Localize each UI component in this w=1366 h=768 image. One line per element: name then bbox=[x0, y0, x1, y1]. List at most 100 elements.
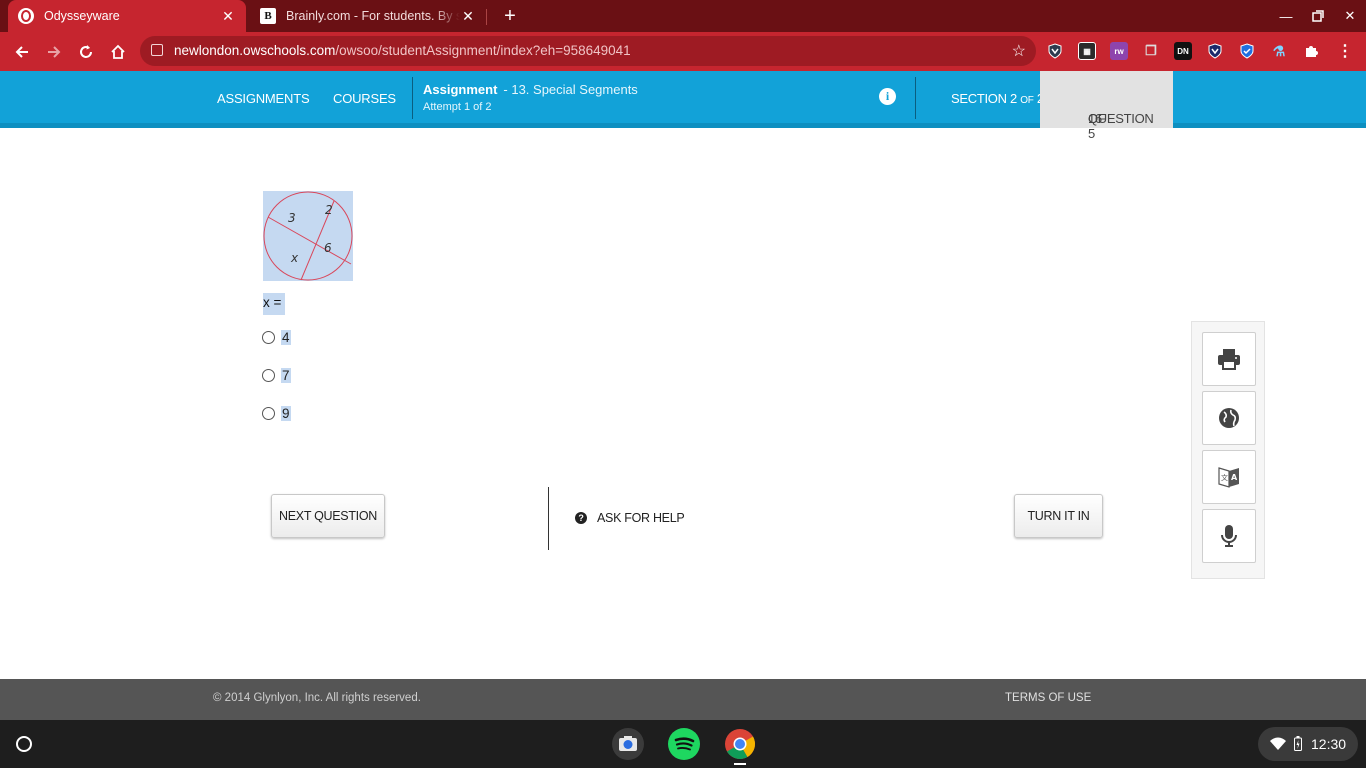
browser-tabstrip: Odysseyware ✕ B Brainly.com - For studen… bbox=[0, 0, 1366, 32]
extension-dn-label: DN bbox=[1177, 46, 1189, 56]
tab-separator bbox=[486, 9, 487, 25]
clock: 12:30 bbox=[1311, 736, 1347, 752]
tab-brainly[interactable]: B Brainly.com - For students. By student… bbox=[250, 0, 486, 32]
shield-icon[interactable] bbox=[1238, 42, 1256, 60]
section-number: SECTION 2 bbox=[951, 91, 1021, 106]
figure-label-6: 6 bbox=[324, 241, 332, 255]
assignment-topic: - 13. Special Segments bbox=[503, 82, 638, 97]
odysseyware-favicon-icon bbox=[18, 8, 34, 24]
back-arrow-icon bbox=[15, 46, 28, 58]
ask-for-help-label: ASK FOR HELP bbox=[597, 511, 685, 525]
turn-it-in-button[interactable]: TURN IT IN bbox=[1014, 494, 1103, 538]
close-window-icon[interactable]: ✕ bbox=[1334, 0, 1366, 32]
answer-label: 4 bbox=[281, 329, 291, 345]
home-icon bbox=[111, 44, 125, 59]
close-tab-icon[interactable]: ✕ bbox=[460, 8, 476, 24]
os-shelf: 12:30 bbox=[0, 720, 1366, 768]
header-divider bbox=[412, 77, 413, 119]
tools-panel: 文A bbox=[1191, 321, 1265, 579]
spotify-app-icon[interactable] bbox=[668, 728, 700, 760]
extension-rw-label: rw bbox=[1114, 46, 1124, 56]
url-host: newlondon.owschools.com bbox=[174, 43, 336, 58]
answer-label: 7 bbox=[281, 367, 291, 383]
microphone-icon bbox=[1221, 525, 1237, 547]
svg-text:文: 文 bbox=[1221, 473, 1228, 482]
browser-toolbar: newlondon.owschools.com/owsoo/studentAss… bbox=[0, 32, 1366, 71]
ask-for-help-button[interactable]: ? ASK FOR HELP bbox=[575, 511, 685, 525]
assignment-label: Assignment bbox=[423, 82, 498, 97]
home-button[interactable] bbox=[104, 38, 132, 66]
answer-radio[interactable] bbox=[262, 330, 275, 344]
question-total: 16 bbox=[1088, 111, 1102, 126]
info-icon[interactable]: i bbox=[879, 88, 896, 105]
figure-label-3: 3 bbox=[288, 211, 296, 225]
site-info-icon[interactable] bbox=[151, 44, 163, 56]
qr-icon[interactable]: ▦ bbox=[1078, 42, 1096, 60]
shield-icon[interactable] bbox=[1206, 42, 1224, 60]
answer-choice-2[interactable]: 7 bbox=[262, 365, 291, 385]
translate-button[interactable]: 文A bbox=[1202, 450, 1256, 504]
globe-button[interactable] bbox=[1202, 391, 1256, 445]
dn-extension-icon[interactable]: DN bbox=[1174, 42, 1192, 60]
restore-icon[interactable] bbox=[1302, 0, 1334, 32]
forward-arrow-icon bbox=[48, 46, 61, 58]
microphone-button[interactable] bbox=[1202, 509, 1256, 563]
camera-app-icon[interactable] bbox=[612, 728, 644, 760]
translate-icon: 文A bbox=[1218, 467, 1239, 488]
url-path: /owsoo/studentAssignment/index?eh=958649… bbox=[335, 43, 631, 58]
system-tray[interactable]: 12:30 bbox=[1258, 727, 1358, 761]
flask-icon[interactable]: ⚗ bbox=[1270, 42, 1288, 60]
attempt-count: Attempt 1 of 2 bbox=[423, 101, 492, 113]
puzzle-icon[interactable] bbox=[1302, 42, 1320, 60]
tab-odysseyware[interactable]: Odysseyware ✕ bbox=[8, 0, 246, 32]
nav-courses[interactable]: COURSES bbox=[333, 91, 396, 106]
answer-radio[interactable] bbox=[262, 368, 275, 382]
header-divider bbox=[915, 77, 916, 119]
answer-label: 9 bbox=[281, 405, 291, 421]
reload-button[interactable] bbox=[72, 38, 100, 66]
wifi-icon bbox=[1270, 737, 1286, 750]
answer-radio[interactable] bbox=[262, 406, 275, 420]
assignment-title: Assignment - 13. Special Segments bbox=[423, 82, 638, 97]
forward-button[interactable] bbox=[40, 38, 68, 66]
tab-title: Odysseyware bbox=[44, 9, 120, 23]
answer-choice-3[interactable]: 9 bbox=[262, 403, 291, 423]
battery-icon bbox=[1294, 736, 1302, 751]
chrome-app-icon[interactable] bbox=[724, 728, 756, 760]
minimize-icon[interactable]: — bbox=[1270, 0, 1302, 32]
reload-icon bbox=[80, 45, 92, 58]
new-tab-button[interactable]: + bbox=[498, 4, 522, 28]
brainly-favicon-icon: B bbox=[260, 8, 276, 24]
tab-title: Brainly.com - For students. By students. bbox=[286, 9, 460, 23]
question-prompt: x = bbox=[263, 293, 286, 315]
next-question-button[interactable]: NEXT QUESTION bbox=[271, 494, 385, 538]
figure-label-2: 2 bbox=[325, 203, 333, 217]
back-button[interactable] bbox=[8, 38, 36, 66]
browser-menu-icon[interactable]: ⋮ bbox=[1336, 42, 1354, 60]
actions-divider bbox=[548, 487, 549, 550]
globe-icon bbox=[1219, 408, 1239, 428]
shield-icon[interactable] bbox=[1046, 42, 1064, 60]
copyright-text: © 2014 Glynlyon, Inc. All rights reserve… bbox=[213, 692, 421, 704]
page-footer: © 2014 Glynlyon, Inc. All rights reserve… bbox=[0, 679, 1366, 720]
launcher-icon[interactable] bbox=[16, 736, 32, 752]
address-bar[interactable]: newlondon.owschools.com/owsoo/studentAss… bbox=[140, 36, 1036, 66]
site-header: ASSIGNMENTS COURSES Assignment - 13. Spec… bbox=[0, 71, 1366, 141]
svg-text:A: A bbox=[1231, 473, 1238, 482]
help-question-icon: ? bbox=[575, 512, 587, 524]
answer-choice-1[interactable]: 4 bbox=[262, 327, 291, 347]
section-of: OF bbox=[1020, 95, 1034, 106]
copy-icon[interactable]: ❐ bbox=[1142, 42, 1160, 60]
active-app-indicator bbox=[734, 763, 746, 765]
circle-chords-figure: 3 2 6 x bbox=[263, 191, 353, 281]
print-icon bbox=[1218, 349, 1240, 370]
question-indicator[interactable]: QUESTION 5 OF 16 bbox=[1040, 71, 1173, 141]
terms-of-use-link[interactable]: TERMS OF USE bbox=[1005, 692, 1091, 704]
bookmark-star-icon[interactable]: ☆ bbox=[1012, 41, 1026, 61]
url-text: newlondon.owschools.com/owsoo/studentAss… bbox=[174, 43, 631, 58]
figure-label-x: x bbox=[290, 251, 299, 265]
print-button[interactable] bbox=[1202, 332, 1256, 386]
nav-assignments[interactable]: ASSIGNMENTS bbox=[217, 91, 310, 106]
read-write-extension-icon[interactable]: rw bbox=[1110, 42, 1128, 60]
close-tab-icon[interactable]: ✕ bbox=[220, 8, 236, 24]
